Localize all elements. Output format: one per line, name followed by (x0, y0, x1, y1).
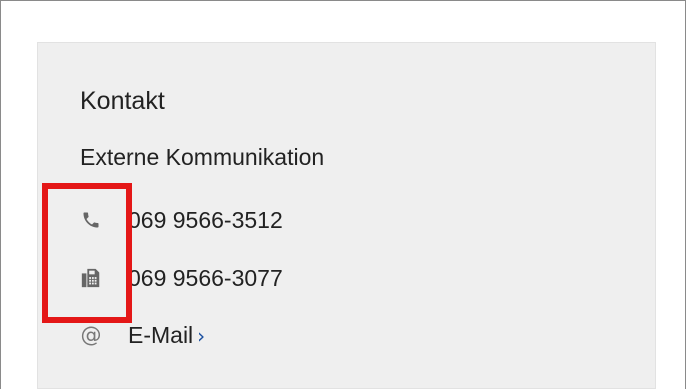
email-link[interactable]: E-Mail › (128, 321, 205, 350)
contact-title: Kontakt (80, 87, 165, 115)
fax-row: 069 9566-3077 (80, 263, 283, 293)
fax-number: 069 9566-3077 (128, 265, 283, 291)
chevron-right-icon: › (197, 323, 206, 348)
at-symbol: @ (80, 323, 102, 347)
email-link-label[interactable]: E-Mail (128, 322, 193, 348)
department-name: Externe Kommunikation (80, 144, 325, 170)
phone-number[interactable]: 069 9566-3512 (128, 206, 283, 234)
phone-row[interactable]: 069 9566-3512 (80, 205, 283, 235)
fax-icon (80, 267, 102, 289)
at-sign-icon: @ (80, 324, 102, 346)
email-row[interactable]: @ E-Mail › (80, 320, 206, 350)
phone-icon (80, 209, 102, 231)
